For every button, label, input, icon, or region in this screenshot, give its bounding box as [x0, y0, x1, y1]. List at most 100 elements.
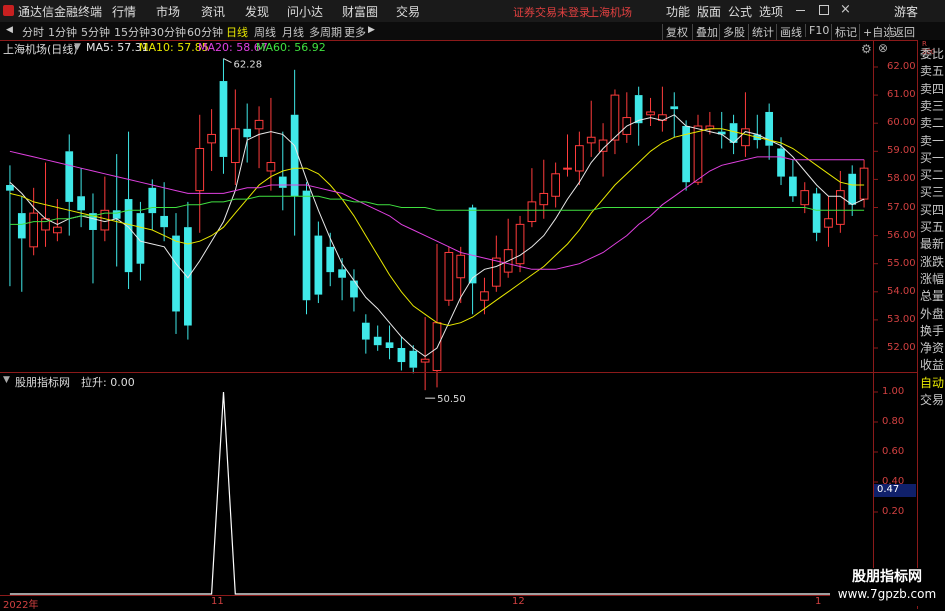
period-60min[interactable]: 60分钟 [187, 24, 223, 40]
guest-label[interactable]: 游客 [894, 3, 918, 20]
menu-layout[interactable]: 版面 [697, 3, 721, 20]
candle [254, 106, 264, 169]
candle-body [491, 257, 501, 287]
sidebar-item-sell1[interactable]: 卖一 [920, 133, 945, 149]
sidebar-item-net-assets[interactable]: 净资 [920, 340, 945, 356]
candle [717, 111, 726, 149]
period-15min[interactable]: 15分钟 [114, 24, 150, 40]
period-weekly[interactable]: 周线 [254, 24, 276, 40]
candle-body [539, 192, 549, 206]
sidebar-item-change[interactable]: 涨跌 [920, 254, 945, 270]
xaxis-divider [0, 595, 917, 596]
f10-button[interactable]: F10 [805, 24, 829, 37]
menu-discover[interactable]: 发现 [245, 3, 269, 20]
statistics-button[interactable]: 统计 [748, 24, 774, 40]
login-status[interactable]: 证券交易未登录 [513, 4, 590, 20]
kline-chart[interactable]: 62.28 50.50 [0, 40, 917, 609]
candle-body [290, 114, 299, 197]
candle [230, 89, 240, 186]
period-more[interactable]: 更多 [344, 24, 366, 40]
sidebar-item-buy5[interactable]: 买五 [920, 219, 945, 235]
candle-body [693, 125, 703, 183]
candle-body [859, 167, 869, 200]
candle-body [575, 145, 584, 172]
candle-body [848, 173, 857, 205]
quote-sidebar: R 300 委比 卖五 卖四 卖三 卖二 卖一 买一 买二 买三 买四 买五 最新 涨跌 涨幅 总量 外盘 换手… [917, 40, 945, 609]
candle [17, 196, 26, 292]
candle [610, 89, 620, 155]
sidebar-item-buy2[interactable]: 买二 [920, 167, 945, 183]
candle-body [777, 148, 785, 177]
menu-market[interactable]: 市场 [156, 3, 180, 20]
candle [326, 232, 335, 287]
candle [100, 176, 110, 242]
candle [184, 201, 192, 340]
sidebar-item-order-ratio[interactable]: 委比 [920, 46, 945, 62]
menu-trade[interactable]: 交易 [396, 3, 420, 20]
minimize-icon[interactable] [796, 10, 805, 11]
candle [527, 168, 537, 228]
candle [598, 123, 608, 177]
sidebar-item-sell2[interactable]: 卖二 [920, 115, 945, 131]
sidebar-item-latest[interactable]: 最新 [920, 236, 945, 252]
period-daily[interactable]: 日线 [226, 24, 248, 40]
sidebar-item-sell3[interactable]: 卖三 [920, 98, 945, 114]
maximize-icon[interactable] [819, 5, 829, 15]
watermark-line2: www.7gpzb.com [837, 587, 937, 601]
candle-body [184, 227, 192, 326]
sidebar-item-buy3[interactable]: 买三 [920, 184, 945, 200]
menu-hangqing[interactable]: 行情 [112, 3, 136, 20]
more-dropdown-icon[interactable]: ▶ [368, 25, 375, 35]
sub-yaxis-tick-4: 1.00 [882, 386, 905, 397]
candle-body [444, 251, 454, 301]
candle [361, 314, 370, 354]
sidebar-item-turnover[interactable]: 换手 [920, 323, 945, 339]
candle-body [243, 128, 252, 138]
multi-stock-button[interactable]: 多股 [719, 24, 745, 40]
menu-ask[interactable]: 问小达 [287, 3, 323, 20]
watermark-line1: 股朋指标网 [852, 569, 922, 585]
left-arrow-icon[interactable]: ◀ [6, 25, 13, 35]
menu-news[interactable]: 资讯 [201, 3, 225, 20]
candle-body [397, 348, 406, 363]
sidebar-item-trade[interactable]: 交易 [920, 392, 945, 408]
yaxis-tick-1: 53.00 [887, 313, 916, 325]
candle [586, 100, 596, 157]
back-button[interactable]: 返回 [889, 24, 915, 40]
period-1min[interactable]: 1分钟 [48, 24, 77, 40]
candle-body [6, 185, 14, 191]
sidebar-item-volume[interactable]: 总量 [920, 288, 945, 304]
draw-line-button[interactable]: 画线 [776, 24, 802, 40]
sidebar-item-sell4[interactable]: 卖四 [920, 81, 945, 97]
period-30min[interactable]: 30分钟 [150, 24, 186, 40]
yaxis-tick-2: 54.00 [887, 285, 916, 297]
sidebar-item-buy1[interactable]: 买一 [920, 150, 945, 166]
period-multi[interactable]: 多周期 [309, 24, 342, 40]
candles [6, 58, 869, 391]
menu-options[interactable]: 选项 [759, 3, 783, 20]
mark-button[interactable]: 标记 [831, 24, 857, 40]
xaxis-label-nov: 11 [211, 596, 224, 607]
sidebar-item-sell5[interactable]: 卖五 [920, 63, 945, 79]
sidebar-item-buy4[interactable]: 买四 [920, 202, 945, 218]
menu-wealth[interactable]: 财富圈 [342, 3, 378, 20]
candle [148, 179, 157, 230]
candle [373, 325, 382, 351]
sidebar-item-change-pct[interactable]: 涨幅 [920, 271, 945, 287]
menu-formula[interactable]: 公式 [728, 3, 752, 20]
menu-function[interactable]: 功能 [666, 3, 690, 20]
sidebar-item-earnings[interactable]: 收益 [920, 357, 945, 373]
overlay-button[interactable]: 叠加 [692, 24, 718, 40]
candle-body [789, 176, 797, 197]
candle-body [148, 187, 157, 214]
restore-rights-button[interactable]: 复权 [662, 24, 688, 40]
close-icon[interactable]: × [840, 2, 851, 17]
period-monthly[interactable]: 月线 [282, 24, 304, 40]
sidebar-item-auto[interactable]: 自动 [920, 375, 945, 391]
period-timeshare[interactable]: 分时 [22, 24, 44, 40]
stock-name-header: 上海机场 [588, 6, 632, 19]
candle-body [172, 235, 180, 312]
yaxis-tick-3: 55.00 [887, 257, 916, 269]
period-5min[interactable]: 5分钟 [81, 24, 110, 40]
sidebar-item-outer-disk[interactable]: 外盘 [920, 306, 945, 322]
